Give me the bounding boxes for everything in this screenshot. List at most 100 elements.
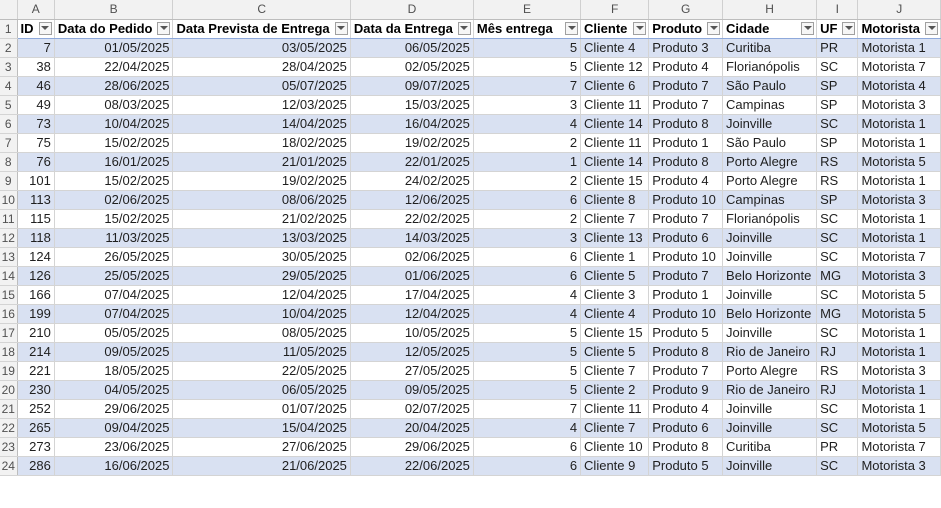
table-cell[interactable]: 15/04/2025 bbox=[172, 418, 351, 438]
table-cell[interactable]: Motorista 3 bbox=[857, 456, 941, 476]
column-header-h[interactable]: H bbox=[722, 0, 818, 20]
row-number[interactable]: 23 bbox=[0, 437, 18, 457]
table-cell[interactable]: 75 bbox=[17, 133, 55, 153]
table-cell[interactable]: 5 bbox=[473, 342, 582, 362]
table-cell[interactable]: 3 bbox=[473, 95, 582, 115]
table-cell[interactable]: 3 bbox=[473, 228, 582, 248]
table-cell[interactable]: 14/03/2025 bbox=[350, 228, 474, 248]
table-cell[interactable]: 265 bbox=[17, 418, 55, 438]
table-cell[interactable]: 7 bbox=[17, 38, 55, 58]
table-cell[interactable]: 22/01/2025 bbox=[350, 152, 474, 172]
table-cell[interactable]: Motorista 3 bbox=[857, 190, 941, 210]
row-number[interactable]: 14 bbox=[0, 266, 18, 286]
table-cell[interactable]: Cliente 1 bbox=[580, 247, 650, 267]
table-cell[interactable]: 19/02/2025 bbox=[172, 171, 351, 191]
table-cell[interactable]: 21/06/2025 bbox=[172, 456, 351, 476]
table-cell[interactable]: Produto 4 bbox=[648, 171, 724, 191]
table-cell[interactable]: 29/06/2025 bbox=[350, 437, 474, 457]
table-cell[interactable]: Produto 6 bbox=[648, 228, 724, 248]
table-cell[interactable]: 08/05/2025 bbox=[172, 323, 351, 343]
column-header-g[interactable]: G bbox=[648, 0, 724, 20]
table-cell[interactable]: 09/04/2025 bbox=[54, 418, 174, 438]
row-number[interactable]: 11 bbox=[0, 209, 18, 229]
table-cell[interactable]: Motorista 7 bbox=[857, 57, 941, 77]
table-cell[interactable]: Joinville bbox=[722, 399, 818, 419]
table-cell[interactable]: Joinville bbox=[722, 114, 818, 134]
table-cell[interactable]: Produto 10 bbox=[648, 247, 724, 267]
table-cell[interactable]: Produto 4 bbox=[648, 399, 724, 419]
table-cell[interactable]: Produto 5 bbox=[648, 456, 724, 476]
table-cell[interactable]: 38 bbox=[17, 57, 55, 77]
row-number[interactable]: 2 bbox=[0, 38, 18, 58]
table-cell[interactable]: 22/04/2025 bbox=[54, 57, 174, 77]
table-cell[interactable]: 11/05/2025 bbox=[172, 342, 351, 362]
table-cell[interactable]: Produto 7 bbox=[648, 361, 724, 381]
table-cell[interactable]: 02/06/2025 bbox=[350, 247, 474, 267]
table-cell[interactable]: Florianópolis bbox=[722, 209, 818, 229]
table-cell[interactable]: Campinas bbox=[722, 190, 818, 210]
table-cell[interactable]: 24/02/2025 bbox=[350, 171, 474, 191]
table-cell[interactable]: SC bbox=[816, 323, 859, 343]
table-cell[interactable]: SC bbox=[816, 114, 859, 134]
table-cell[interactable]: Cliente 6 bbox=[580, 76, 650, 96]
select-all-corner[interactable] bbox=[0, 0, 18, 20]
table-cell[interactable]: Produto 9 bbox=[648, 380, 724, 400]
table-cell[interactable]: Produto 3 bbox=[648, 38, 724, 58]
table-cell[interactable]: 46 bbox=[17, 76, 55, 96]
table-cell[interactable]: SP bbox=[816, 76, 859, 96]
table-cell[interactable]: 76 bbox=[17, 152, 55, 172]
table-cell[interactable]: 23/06/2025 bbox=[54, 437, 174, 457]
table-cell[interactable]: 01/07/2025 bbox=[172, 399, 351, 419]
table-cell[interactable]: Cliente 13 bbox=[580, 228, 650, 248]
table-cell[interactable]: 22/05/2025 bbox=[172, 361, 351, 381]
row-number[interactable]: 9 bbox=[0, 171, 18, 191]
table-cell[interactable]: Produto 7 bbox=[648, 95, 724, 115]
table-cell[interactable]: 126 bbox=[17, 266, 55, 286]
table-cell[interactable]: 18/02/2025 bbox=[172, 133, 351, 153]
table-cell[interactable]: RS bbox=[816, 361, 859, 381]
table-cell[interactable]: Motorista 1 bbox=[857, 342, 941, 362]
row-number[interactable]: 16 bbox=[0, 304, 18, 324]
table-cell[interactable]: 02/07/2025 bbox=[350, 399, 474, 419]
table-cell[interactable]: Porto Alegre bbox=[722, 171, 818, 191]
table-cell[interactable]: 29/05/2025 bbox=[172, 266, 351, 286]
table-cell[interactable]: 14/04/2025 bbox=[172, 114, 351, 134]
table-cell[interactable]: Joinville bbox=[722, 418, 818, 438]
row-number[interactable]: 13 bbox=[0, 247, 18, 267]
table-cell[interactable]: SC bbox=[816, 247, 859, 267]
column-header-a[interactable]: A bbox=[17, 0, 55, 20]
table-cell[interactable]: 6 bbox=[473, 266, 582, 286]
table-cell[interactable]: 10/04/2025 bbox=[172, 304, 351, 324]
table-cell[interactable]: Curitiba bbox=[722, 437, 818, 457]
spreadsheet-grid[interactable]: A B C D E F G H I J 1 ID Data do Pedido Data Prevista… bbox=[0, 0, 941, 508]
table-cell[interactable]: Cliente 7 bbox=[580, 209, 650, 229]
table-cell[interactable]: Motorista 1 bbox=[857, 228, 941, 248]
table-cell[interactable]: 214 bbox=[17, 342, 55, 362]
table-cell[interactable]: 118 bbox=[17, 228, 55, 248]
table-cell[interactable]: Motorista 1 bbox=[857, 133, 941, 153]
table-cell[interactable]: 08/03/2025 bbox=[54, 95, 174, 115]
row-number[interactable]: 4 bbox=[0, 76, 18, 96]
table-cell[interactable]: Curitiba bbox=[722, 38, 818, 58]
table-cell[interactable]: 22/06/2025 bbox=[350, 456, 474, 476]
table-cell[interactable]: 21/01/2025 bbox=[172, 152, 351, 172]
table-cell[interactable]: 01/06/2025 bbox=[350, 266, 474, 286]
table-cell[interactable]: 12/06/2025 bbox=[350, 190, 474, 210]
table-cell[interactable]: Motorista 5 bbox=[857, 418, 941, 438]
table-cell[interactable]: SC bbox=[816, 456, 859, 476]
table-cell[interactable]: 49 bbox=[17, 95, 55, 115]
table-cell[interactable]: 17/04/2025 bbox=[350, 285, 474, 305]
table-cell[interactable]: Porto Alegre bbox=[722, 361, 818, 381]
table-cell[interactable]: Joinville bbox=[722, 285, 818, 305]
table-cell[interactable]: SP bbox=[816, 190, 859, 210]
table-cell[interactable]: 16/01/2025 bbox=[54, 152, 174, 172]
row-number[interactable]: 3 bbox=[0, 57, 18, 77]
table-cell[interactable]: Produto 7 bbox=[648, 209, 724, 229]
table-cell[interactable]: Produto 1 bbox=[648, 133, 724, 153]
table-cell[interactable]: 28/06/2025 bbox=[54, 76, 174, 96]
table-cell[interactable]: Produto 1 bbox=[648, 285, 724, 305]
table-cell[interactable]: Cliente 2 bbox=[580, 380, 650, 400]
table-cell[interactable]: 101 bbox=[17, 171, 55, 191]
table-cell[interactable]: 08/06/2025 bbox=[172, 190, 351, 210]
table-cell[interactable]: 07/04/2025 bbox=[54, 304, 174, 324]
